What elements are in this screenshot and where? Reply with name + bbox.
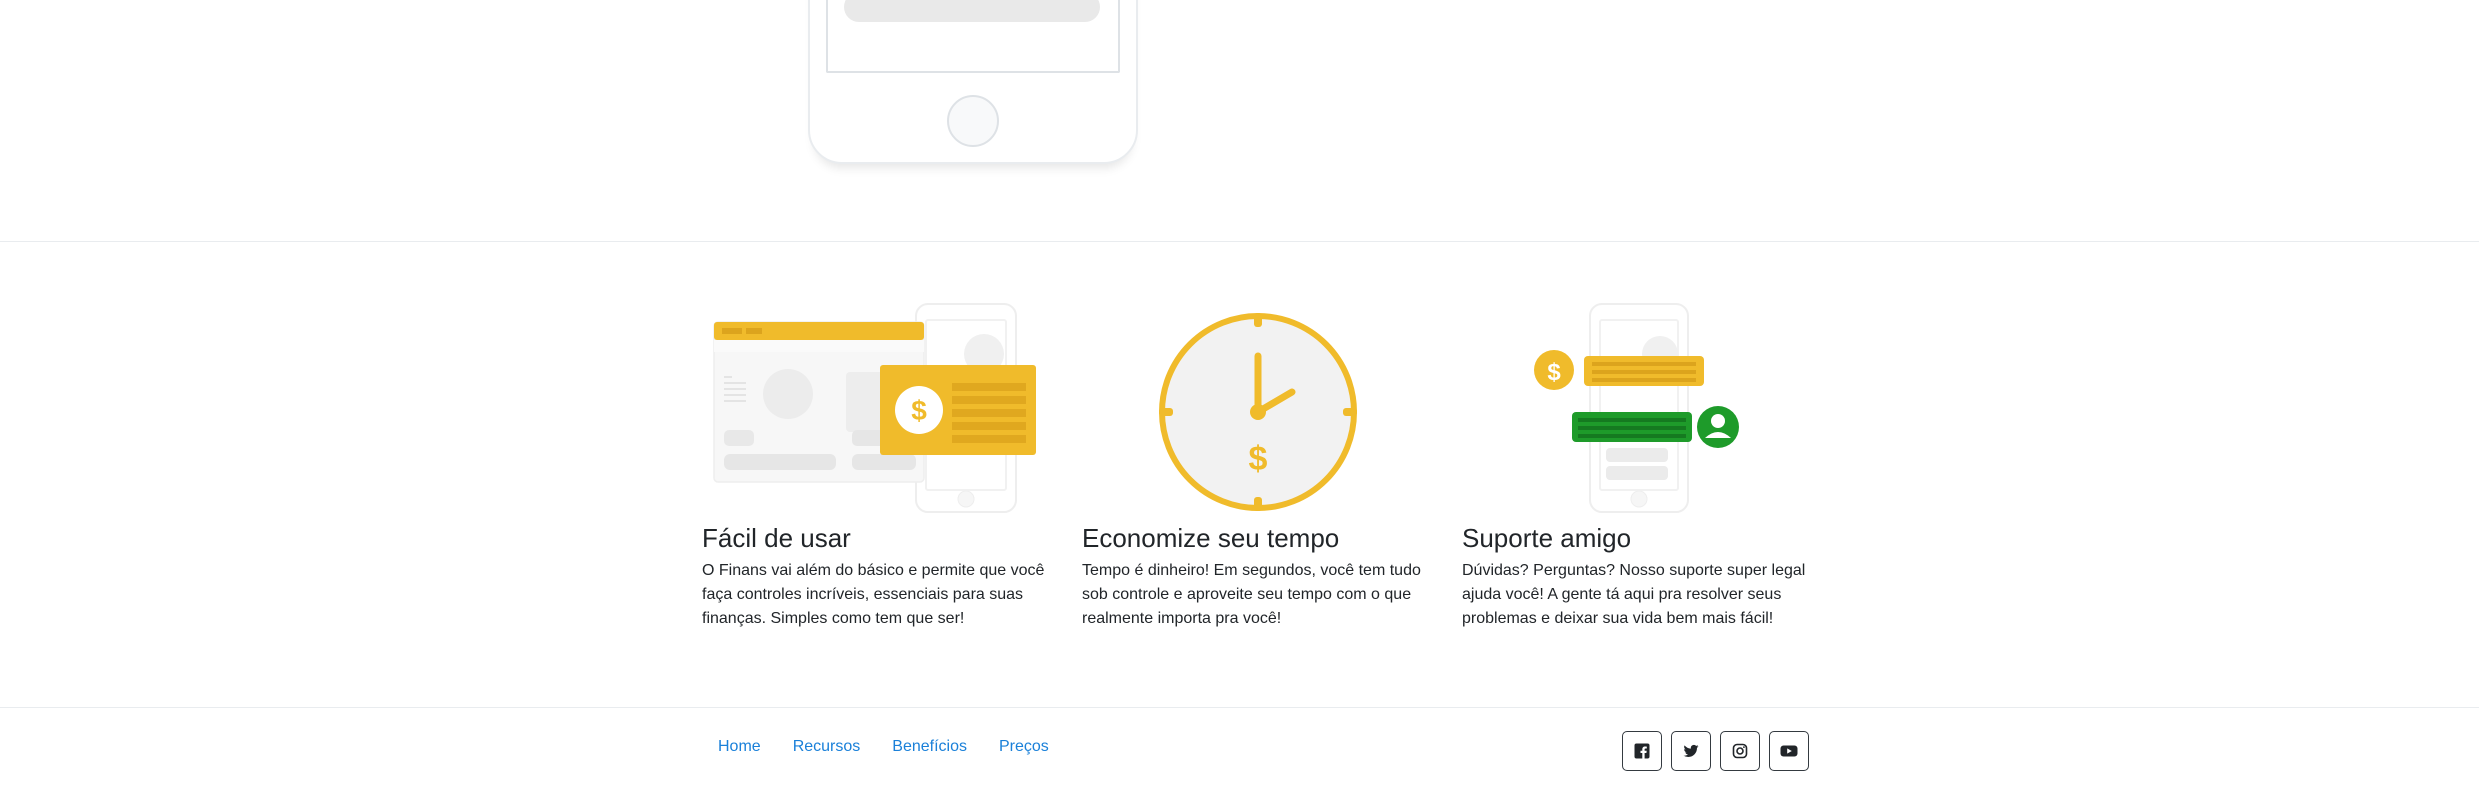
- phone-home-button: [947, 95, 999, 147]
- svg-text:$: $: [1249, 440, 1268, 478]
- feature-title: Fácil de usar: [702, 523, 851, 553]
- twitter-button[interactable]: [1671, 731, 1711, 771]
- footer-link-precos[interactable]: Preços: [983, 732, 1065, 762]
- footer-link-home[interactable]: Home: [702, 732, 777, 762]
- instagram-button[interactable]: [1720, 731, 1760, 771]
- footer-nav: Home Recursos Benefícios Preços: [702, 732, 1065, 762]
- footer-link-beneficios[interactable]: Benefícios: [876, 732, 983, 762]
- svg-text:$: $: [911, 395, 927, 426]
- twitter-icon: [1683, 744, 1699, 758]
- phone-screen: [826, 0, 1120, 73]
- phone-mockup: [808, 0, 1138, 164]
- facebook-icon: [1634, 743, 1650, 759]
- social-links: [1622, 731, 1809, 771]
- footer-link-recursos[interactable]: Recursos: [777, 732, 877, 762]
- clock-dollar-illustration: $: [1159, 313, 1357, 511]
- youtube-button[interactable]: [1769, 731, 1809, 771]
- footer-divider: [0, 707, 2479, 708]
- feature-description: Dúvidas? Perguntas? Nosso suporte super …: [1462, 562, 1806, 627]
- phone-screen-bar: [844, 0, 1100, 22]
- features-section: $ Fácil de usar O Finans vai além do bás…: [702, 300, 1805, 640]
- feature-description: Tempo é dinheiro! Em segundos, você tem …: [1082, 562, 1421, 627]
- instagram-icon: [1732, 743, 1748, 759]
- feature-description: O Finans vai além do básico e permite qu…: [702, 562, 1045, 627]
- youtube-icon: [1780, 745, 1798, 757]
- facebook-button[interactable]: [1622, 731, 1662, 771]
- feature-title: Suporte amigo: [1462, 523, 1632, 553]
- phone-chat-support-illustration: $: [1534, 303, 1739, 513]
- svg-text:$: $: [1547, 359, 1561, 386]
- section-divider: [0, 241, 2479, 242]
- dashboard-money-card-illustration: $: [713, 303, 1036, 513]
- feature-title: Economize seu tempo: [1082, 523, 1340, 553]
